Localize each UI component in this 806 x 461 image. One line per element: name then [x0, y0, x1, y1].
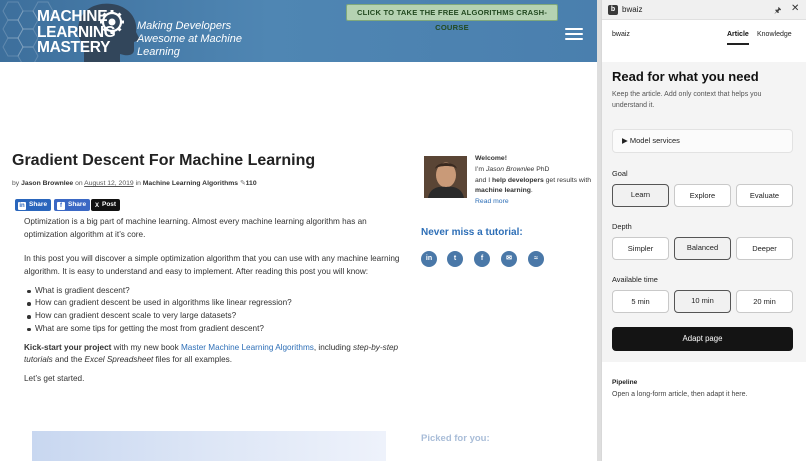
paragraph-discover: In this post you will discover a simple …: [24, 254, 400, 276]
linkedin-icon[interactable]: in: [421, 251, 437, 267]
goal-learn-button[interactable]: Learn: [612, 184, 669, 207]
panel-titlebar: b bwaiz 🖈 ✕: [602, 0, 806, 20]
logo-line-2: LEARNING: [37, 23, 116, 41]
goal-evaluate-button[interactable]: Evaluate: [736, 184, 793, 207]
byline-on: on: [75, 180, 83, 187]
x-post-button[interactable]: X Post: [91, 199, 121, 211]
book-link[interactable]: Master Machine Learning Algorithms: [181, 343, 314, 352]
author-link[interactable]: Jason Brownlee: [21, 180, 73, 187]
comment-count[interactable]: 110: [246, 180, 257, 187]
lets-get-started: Let’s get started.: [24, 374, 85, 384]
featured-image: [32, 431, 386, 461]
hamburger-menu-icon[interactable]: [565, 28, 583, 40]
model-services-disclosure[interactable]: ▶ Model services: [612, 129, 793, 153]
time-10-min-button[interactable]: 10 min: [674, 290, 731, 313]
facebook-icon[interactable]: f: [474, 251, 490, 267]
kickstart-bold: Kick-start your project: [24, 342, 112, 352]
logo-line-3: MASTERY: [37, 39, 111, 56]
bwaiz-side-panel: b bwaiz 🖈 ✕ bwaiz Article Knowledge Read…: [601, 0, 806, 461]
welcome-heading: Welcome!: [475, 155, 507, 162]
facebook-share-label: Share: [68, 201, 87, 208]
linkedin-share-label: Share: [29, 201, 48, 208]
facebook-icon: f: [57, 202, 65, 210]
x-post-label: Post: [102, 201, 117, 208]
panel-heading: Read for what you need: [612, 69, 759, 84]
depth-simpler-button[interactable]: Simpler: [612, 237, 669, 260]
list-item: What are some tips for getting the most …: [27, 323, 404, 336]
site-header: MACHINE LEARNING MASTERY Making Develope…: [0, 0, 597, 62]
disclosure-triangle-icon: ▶: [622, 136, 628, 145]
list-item: How can gradient descent be used in algo…: [27, 297, 404, 310]
read-more-link[interactable]: Read more: [475, 198, 509, 205]
depth-label: Depth: [612, 222, 632, 231]
linkedin-share-button[interactable]: in Share: [15, 199, 52, 211]
welcome-period: .: [530, 187, 533, 195]
site-tagline: Making Developers Awesome at Machine Lea…: [137, 20, 242, 58]
welcome-im: I’m: [475, 165, 486, 173]
post-byline: by Jason Brownlee on August 12, 2019 in …: [12, 179, 257, 187]
picked-for-you-heading: Picked for you:: [421, 433, 490, 444]
byline-in: in: [135, 180, 141, 187]
never-miss-heading: Never miss a tutorial:: [421, 227, 523, 238]
depth-balanced-button[interactable]: Balanced: [674, 237, 731, 260]
panel-subheading: Keep the article. Add only context that …: [612, 91, 762, 109]
tab-knowledge[interactable]: Knowledge: [757, 31, 792, 38]
category-link[interactable]: Machine Learning Algorithms: [143, 180, 238, 187]
twitter-icon[interactable]: t: [447, 251, 463, 267]
list-item: How can gradient descent scale to very l…: [27, 310, 404, 323]
author-welcome: Welcome! I’m Jason Brownlee PhD and I he…: [475, 154, 593, 208]
model-services-label: Model services: [629, 136, 680, 145]
list-item: What is gradient descent?: [27, 285, 404, 298]
site-logo[interactable]: MACHINE LEARNING MASTERY: [37, 9, 116, 56]
time-20-min-button[interactable]: 20 min: [736, 290, 793, 313]
panel-main: Read for what you need Keep the article.…: [602, 62, 806, 362]
kickstart-mid: , including: [313, 342, 354, 352]
byline-by: by: [12, 180, 20, 187]
pin-icon[interactable]: 🖈: [774, 5, 781, 19]
facebook-share-button[interactable]: f Share: [54, 199, 91, 211]
welcome-get-results: get results with: [543, 176, 591, 184]
author-avatar: [424, 156, 467, 198]
kickstart-paragraph: Kick-start your project with my new book…: [24, 342, 404, 367]
kickstart-post: files for all examples.: [153, 355, 233, 365]
tab-article[interactable]: Article: [727, 31, 749, 38]
linkedin-icon: in: [18, 202, 26, 210]
adapt-page-button[interactable]: Adapt page: [612, 327, 793, 351]
kickstart-pre: with my new book: [111, 342, 181, 352]
rss-icon[interactable]: ≈: [528, 251, 544, 267]
author-photo: [424, 156, 467, 198]
article-body: Optimization is a big part of machine le…: [24, 216, 404, 393]
close-icon[interactable]: ✕: [791, 3, 799, 14]
email-icon[interactable]: ✉: [501, 251, 517, 267]
post-date: August 12, 2019: [84, 180, 134, 187]
content-fade: [0, 396, 420, 436]
panel-app-title: bwaiz: [622, 5, 643, 14]
panel-brand: bwaiz: [612, 31, 630, 38]
welcome-phd: PhD: [534, 165, 550, 173]
time-5-min-button[interactable]: 5 min: [612, 290, 669, 313]
learning-outcomes-list: What is gradient descent? How can gradie…: [27, 285, 404, 335]
article-page: MACHINE LEARNING MASTERY Making Develope…: [0, 0, 597, 461]
available-time-label: Available time: [612, 275, 658, 284]
goal-label: Goal: [612, 169, 628, 178]
post-title: Gradient Descent For Machine Learning: [12, 152, 316, 169]
crash-course-cta-button[interactable]: CLICK TO TAKE THE FREE ALGORITHMS CRASH-…: [346, 4, 558, 32]
active-tab-indicator: [727, 43, 749, 45]
welcome-name: Jason Brownlee: [485, 165, 535, 173]
depth-deeper-button[interactable]: Deeper: [736, 237, 793, 260]
welcome-ml: machine learning: [475, 187, 531, 195]
pipeline-text: Open a long-form article, then adapt it …: [612, 391, 748, 398]
x-icon: X: [94, 203, 99, 209]
welcome-help: help developers: [492, 176, 544, 184]
bwaiz-logo-icon: b: [608, 5, 618, 15]
pipeline-label: Pipeline: [612, 379, 638, 386]
paragraph-intro: Optimization is a big part of machine le…: [24, 217, 367, 239]
goal-explore-button[interactable]: Explore: [674, 184, 731, 207]
browser-viewport: MACHINE LEARNING MASTERY Making Develope…: [0, 0, 806, 461]
kickstart-italic-2: Excel Spreadsheet: [84, 355, 154, 365]
logo-line-1: MACHINE: [37, 8, 108, 25]
welcome-and-i: and I: [475, 176, 493, 184]
kickstart-mid-2: and the: [52, 355, 85, 365]
